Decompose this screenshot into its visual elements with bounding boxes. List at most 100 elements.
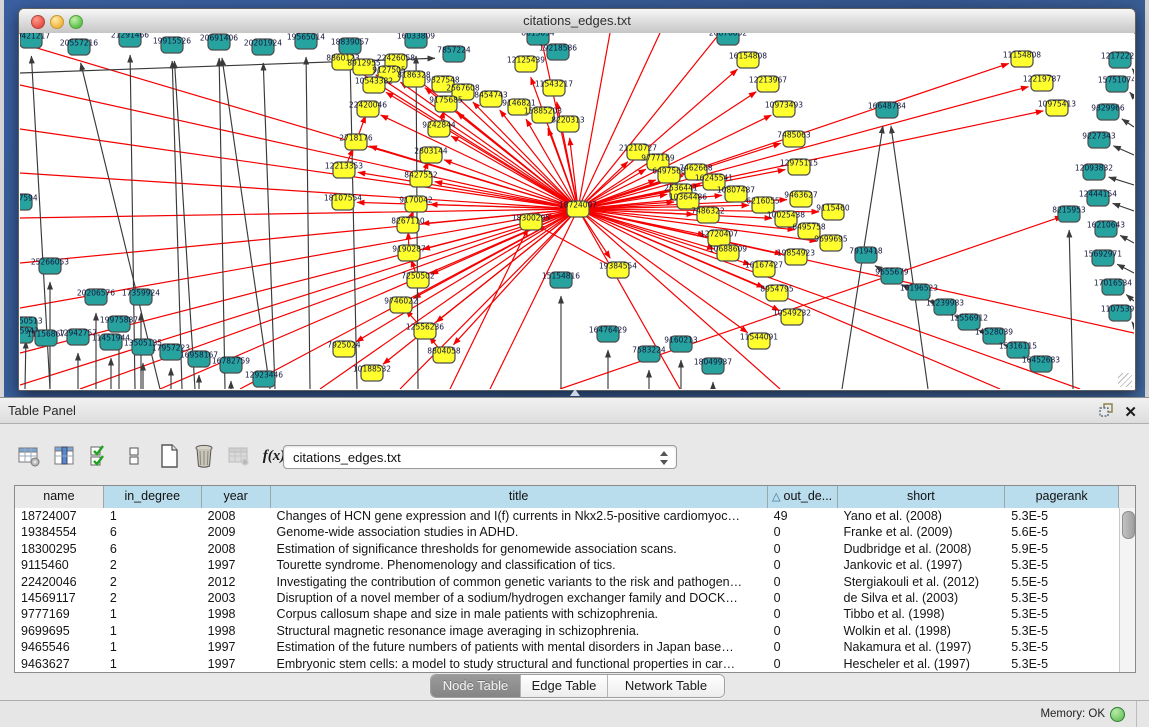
network-canvas[interactable]: 8860123891295522426058912750510543382818… — [20, 33, 1134, 389]
graph-node-label: 18724007 — [559, 201, 597, 210]
table-row[interactable]: 946554611997Estimation of the future num… — [15, 639, 1119, 655]
column-header-year[interactable]: year — [202, 486, 271, 508]
graph-edge — [219, 58, 225, 389]
table-cell: 6 — [104, 541, 202, 557]
graph-node-label: 8954795 — [760, 285, 794, 294]
table-cell: 9699695 — [15, 623, 104, 639]
table-cell: 2 — [104, 590, 202, 606]
graph-edge — [25, 341, 26, 389]
tab-node-table[interactable]: Node Table — [431, 675, 521, 697]
table-row[interactable]: 969969511998Structural magnetic resonanc… — [15, 623, 1119, 639]
graph-node-label: 19421217 — [20, 33, 50, 41]
table-cell: Investigating the contribution of common… — [271, 574, 768, 590]
graph-edge — [1132, 69, 1134, 71]
graph-node-label: 7486322 — [691, 207, 725, 216]
table-cell: 0 — [768, 590, 838, 606]
splitter-handle-icon[interactable] — [570, 389, 580, 396]
graph-node-label: 12556236 — [406, 323, 444, 332]
select-rows-icon[interactable] — [86, 442, 112, 470]
table-cell: 2 — [104, 557, 202, 573]
float-window-icon[interactable] — [1098, 402, 1114, 423]
graph-edge — [1117, 264, 1134, 273]
graph-node-label: 10975413 — [1038, 100, 1076, 109]
table-cell: 1998 — [202, 623, 271, 639]
graph-edge — [1126, 295, 1134, 301]
tab-network-table[interactable]: Network Table — [608, 675, 724, 697]
graph-node-label: 22426058 — [377, 54, 415, 63]
table-cell: Embryonic stem cells: a model to study s… — [271, 656, 768, 672]
column-header-pagerank[interactable]: pagerank — [1005, 486, 1119, 508]
tab-edge-table[interactable]: Edge Table — [521, 675, 608, 697]
select-columns-icon[interactable] — [51, 442, 77, 470]
table-cell: 5.3E-5 — [1005, 656, 1119, 672]
graph-node-label: 12975115 — [780, 159, 818, 168]
table-cell: Tibbo et al. (1998) — [838, 606, 1006, 622]
table-cell: Yano et al. (2008) — [838, 508, 1006, 524]
table-row[interactable]: 1456911722003Disruption of a novel membe… — [15, 590, 1119, 606]
table-row[interactable]: 1938455462009Genome-wide association stu… — [15, 524, 1119, 540]
delete-rows-trash-icon[interactable] — [191, 442, 217, 470]
graph-node-label: 16245541 — [695, 174, 733, 183]
graph-node-label: 6216055 — [746, 197, 780, 206]
graph-edge — [1132, 322, 1134, 325]
table-cell: Changes of HCN gene expression and I(f) … — [271, 508, 768, 524]
graph-node-label: 11075392 — [1101, 305, 1134, 314]
graph-node-label: 10688609 — [709, 245, 747, 254]
table-cell: Hescheler et al. (1997) — [838, 656, 1006, 672]
table-row[interactable]: 911546021997Tourette syndrome. Phenomeno… — [15, 557, 1119, 573]
graph-node-label: 11239983 — [926, 299, 964, 308]
table-cell: 5.5E-5 — [1005, 574, 1119, 590]
network-window[interactable]: citations_edges.txt 88601238912955224260… — [18, 8, 1136, 391]
table-cell: 0 — [768, 639, 838, 655]
graph-node-label: 9115460 — [816, 204, 850, 213]
table-row[interactable]: 977716911998Corpus callosum shape and si… — [15, 606, 1119, 622]
row-height-icon[interactable] — [121, 442, 147, 470]
table-cell: 14569117 — [15, 590, 104, 606]
memory-status-indicator-icon — [1110, 707, 1125, 722]
column-header-in_degree[interactable]: in_degree — [104, 486, 202, 508]
graph-node-label: 8427552 — [404, 171, 438, 180]
graph-node-label: 18107554 — [324, 194, 362, 203]
graph-node-label: 9170042 — [399, 196, 433, 205]
table-cell: 1997 — [202, 639, 271, 655]
table-row[interactable]: 1830029562008Estimation of significance … — [15, 541, 1119, 557]
table-cell: 9463627 — [15, 656, 104, 672]
table-cell: Nakamura et al. (1997) — [838, 639, 1006, 655]
table-cell: 5.3E-5 — [1005, 606, 1119, 622]
vertical-scrollbar[interactable] — [1119, 508, 1135, 672]
column-header-short[interactable]: short — [838, 486, 1006, 508]
graph-node-label: 12213353 — [325, 162, 363, 171]
graph-node-label: 9655679 — [875, 268, 909, 277]
table-cell: 1 — [104, 606, 202, 622]
graph-node-label: 9463627 — [784, 191, 818, 200]
column-header-name[interactable]: name — [15, 486, 104, 508]
close-panel-icon[interactable]: ✕ — [1124, 405, 1137, 421]
table-cell: 1 — [104, 639, 202, 655]
table-settings-icon[interactable] — [16, 442, 42, 470]
graph-node-label: 9242844 — [422, 121, 456, 130]
window-resize-grip-icon[interactable] — [1118, 373, 1132, 387]
table-row[interactable]: 2242004622012Investigating the contribut… — [15, 574, 1119, 590]
table-selector[interactable]: citations_edges.txt — [283, 445, 677, 469]
table-cell: Wolkin et al. (1998) — [838, 623, 1006, 639]
table-row[interactable]: 1872400712008Changes of HCN gene express… — [15, 508, 1119, 524]
graph-edge — [1113, 203, 1134, 211]
memory-status-label: Memory: OK — [1040, 708, 1105, 720]
table-cell: 22420046 — [15, 574, 104, 590]
column-header-out_de[interactable]: △out_de... — [768, 486, 838, 508]
create-table-icon[interactable] — [156, 442, 182, 470]
delete-table-icon[interactable] — [226, 442, 252, 470]
citation-graph[interactable]: 8860123891295522426058912750510543382818… — [20, 33, 1134, 389]
column-header-title[interactable]: title — [271, 486, 768, 508]
graph-edge — [560, 216, 1062, 389]
network-window-titlebar[interactable]: citations_edges.txt — [19, 9, 1135, 34]
graph-node-label: 10025438 — [767, 211, 805, 220]
graph-node-label: 16648784 — [868, 102, 906, 111]
scrollbar-thumb[interactable] — [1122, 511, 1135, 539]
graph-node-label: 7583224 — [632, 346, 666, 355]
table-row[interactable]: 946362711997Embryonic stem cells: a mode… — [15, 656, 1119, 672]
table-cell: 0 — [768, 574, 838, 590]
table-cell: 1997 — [202, 557, 271, 573]
table-cell: Tourette syndrome. Phenomenology and cla… — [271, 557, 768, 573]
window-title: citations_edges.txt — [19, 13, 1135, 28]
